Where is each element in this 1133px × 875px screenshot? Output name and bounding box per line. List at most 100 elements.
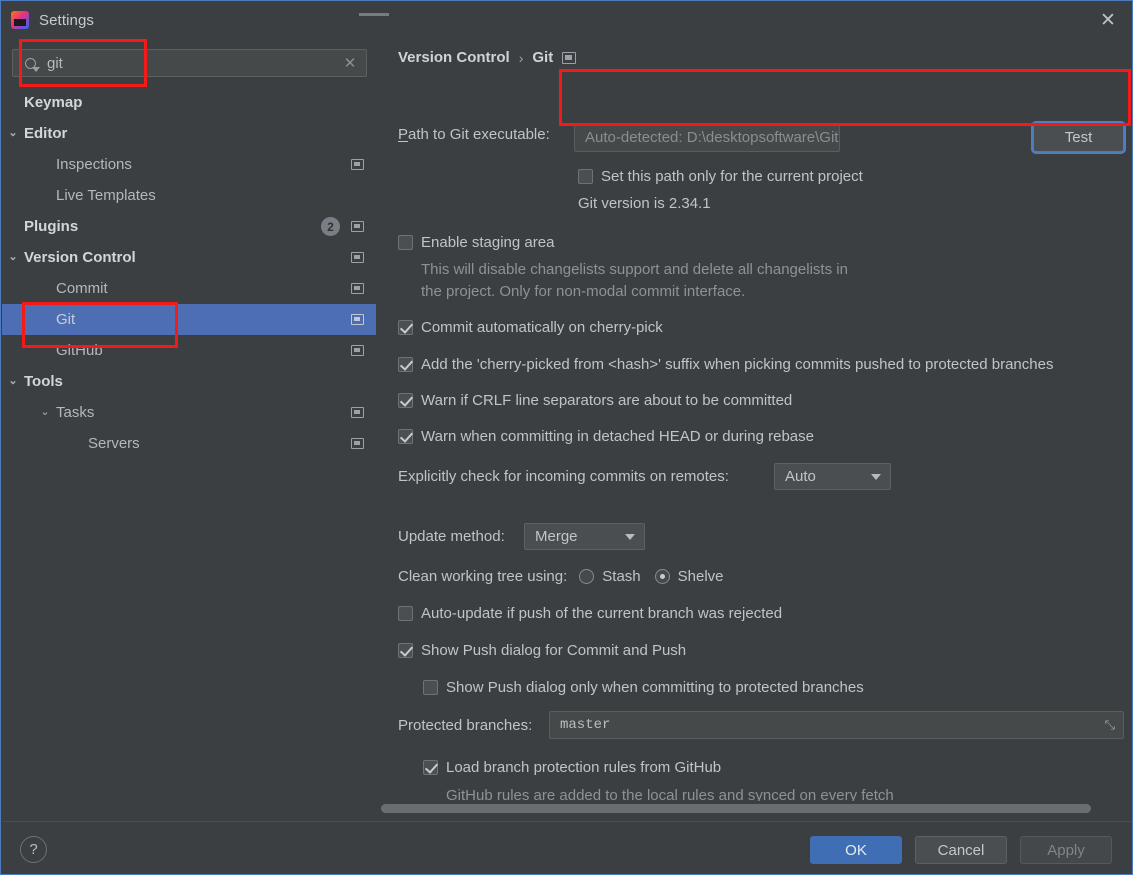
sidebar-item-git[interactable]: Git [2,304,376,335]
git-option-row[interactable]: Commit automatically on cherry-pick [398,319,663,336]
sidebar-item-inspections[interactable]: Inspections [2,149,376,180]
search-input[interactable] [47,54,334,72]
cancel-button[interactable]: Cancel [915,836,1007,864]
enable-staging-checkbox[interactable] [398,235,413,250]
dialog-footer: ? OK Cancel Apply [2,821,1132,874]
chevron-down-icon[interactable]: ⌄ [38,407,52,418]
git-option-label: Add the 'cherry-picked from <hash>' suff… [421,356,1054,373]
staging-hint-line-2: the project. Only for non-modal commit i… [421,283,746,300]
chevron-down-icon[interactable]: ⌄ [6,252,20,263]
scrollbar-tick [359,13,389,16]
breadcrumb-separator: › [518,49,524,66]
intellij-idea-logo-icon [11,11,29,29]
close-icon[interactable]: ✕ [1094,7,1122,33]
set-path-only-row[interactable]: Set this path only for the current proje… [578,168,863,185]
settings-scope-icon[interactable] [351,221,364,232]
clean-working-tree-label: Clean working tree using: [398,568,568,585]
git-option-row[interactable]: Add the 'cherry-picked from <hash>' suff… [398,356,1053,373]
search-box[interactable]: ✕ [12,49,367,77]
path-to-git-value: Auto-detected: D:\desktopsoftware\Git\Gi… [585,129,839,146]
sidebar-item-tasks[interactable]: ⌄ Tasks [2,397,376,428]
expand-editor-icon[interactable]: ⤡ [1105,719,1115,732]
update-method-select[interactable]: Merge [524,523,645,550]
help-button[interactable]: ? [20,836,47,863]
show-push-protected-checkbox[interactable] [423,680,438,695]
git-option-checkbox[interactable] [398,357,413,372]
chevron-down-icon[interactable]: ⌄ [6,128,20,139]
sidebar-item-label: Tools [24,373,63,390]
path-to-git-input[interactable]: Auto-detected: D:\desktopsoftware\Git\Gi… [574,123,840,152]
sidebar-item-servers[interactable]: Servers [2,428,376,459]
set-path-only-checkbox[interactable] [578,169,593,184]
sidebar-item-github[interactable]: GitHub [2,335,376,366]
window-title: Settings [39,11,94,29]
settings-scope-icon[interactable] [351,252,364,263]
show-push-protected-row[interactable]: Show Push dialog only when committing to… [423,679,864,696]
sidebar-item-label: Commit [56,280,108,297]
git-option-row[interactable]: Warn when committing in detached HEAD or… [398,428,814,445]
settings-scope-icon[interactable] [351,159,364,170]
incoming-commits-select[interactable]: Auto [774,463,891,490]
settings-tree: Keymap ⌄ Editor Inspections Live Templates Pl… [2,87,376,459]
title-bar: Settings ✕ [1,1,1132,39]
load-branch-rules-checkbox[interactable] [423,760,438,775]
search-icon [13,57,47,72]
settings-scope-icon[interactable] [351,438,364,449]
sidebar-item-label: Inspections [56,156,132,173]
show-push-protected-label: Show Push dialog only when committing to… [446,679,864,696]
test-button[interactable]: Test [1033,123,1124,152]
show-push-dialog-checkbox[interactable] [398,643,413,658]
auto-update-checkbox[interactable] [398,606,413,621]
update-method-value: Merge [535,528,578,545]
sidebar-item-plugins[interactable]: Plugins 2 [2,211,376,242]
settings-scope-icon[interactable] [351,407,364,418]
breadcrumb-parent[interactable]: Version Control [398,49,510,66]
sidebar-item-label: Servers [88,435,140,452]
load-branch-rules-label: Load branch protection rules from GitHub [446,759,722,776]
clean-working-tree-row: Clean working tree using: Stash Shelve [398,568,724,585]
sidebar-item-label: Version Control [24,249,136,266]
sidebar-item-commit[interactable]: Commit [2,273,376,304]
stash-radio[interactable] [579,569,595,584]
chevron-down-icon[interactable]: ⌄ [6,376,20,387]
auto-update-row[interactable]: Auto-update if push of the current branc… [398,605,782,622]
update-method-label: Update method: [398,528,505,545]
sidebar-item-keymap[interactable]: Keymap [2,87,376,118]
git-option-checkbox[interactable] [398,393,413,408]
sidebar-item-label: Editor [24,125,68,142]
chevron-down-icon [625,533,635,540]
settings-scope-icon[interactable] [351,314,364,325]
sidebar-item-label: Tasks [56,404,95,421]
sidebar-item-editor[interactable]: ⌄ Editor [2,118,376,149]
git-option-label: Warn when committing in detached HEAD or… [421,428,814,445]
load-branch-rules-row[interactable]: Load branch protection rules from GitHub [423,759,721,776]
git-option-row[interactable]: Warn if CRLF line separators are about t… [398,392,792,409]
clear-search-icon[interactable]: ✕ [334,54,366,72]
show-push-dialog-row[interactable]: Show Push dialog for Commit and Push [398,642,686,659]
git-option-label: Commit automatically on cherry-pick [421,319,663,336]
sidebar-item-live-templates[interactable]: Live Templates [2,180,376,211]
shelve-radio[interactable] [654,569,670,584]
git-option-checkbox[interactable] [398,429,413,444]
staging-hint-line-1: This will disable changelists support an… [421,261,848,278]
enable-staging-label: Enable staging area [421,234,555,251]
incoming-commits-value: Auto [785,468,816,485]
settings-scope-icon[interactable] [351,345,364,356]
breadcrumb: Version Control › Git [398,49,577,66]
ok-button[interactable]: OK [810,836,902,864]
breadcrumb-scope-icon[interactable] [562,51,577,64]
apply-button: Apply [1020,836,1112,864]
sidebar-item-label: Plugins [24,218,79,235]
settings-scope-icon[interactable] [351,283,364,294]
horizontal-scrollbar-thumb[interactable] [381,804,1091,813]
protected-branches-input[interactable]: master ⤡ [549,711,1124,739]
breadcrumb-current: Git [532,49,554,66]
set-path-only-label: Set this path only for the current proje… [601,168,863,185]
git-option-checkbox[interactable] [398,320,413,335]
enable-staging-row[interactable]: Enable staging area [398,234,554,251]
sidebar-item-tools[interactable]: ⌄ Tools [2,366,376,397]
sidebar-item-version-control[interactable]: ⌄ Version Control [2,242,376,273]
settings-sidebar: ✕ Keymap ⌄ Editor Inspections Live Templates… [2,39,376,821]
sidebar-item-label: Live Templates [56,187,156,204]
horizontal-scrollbar[interactable] [376,801,1132,815]
